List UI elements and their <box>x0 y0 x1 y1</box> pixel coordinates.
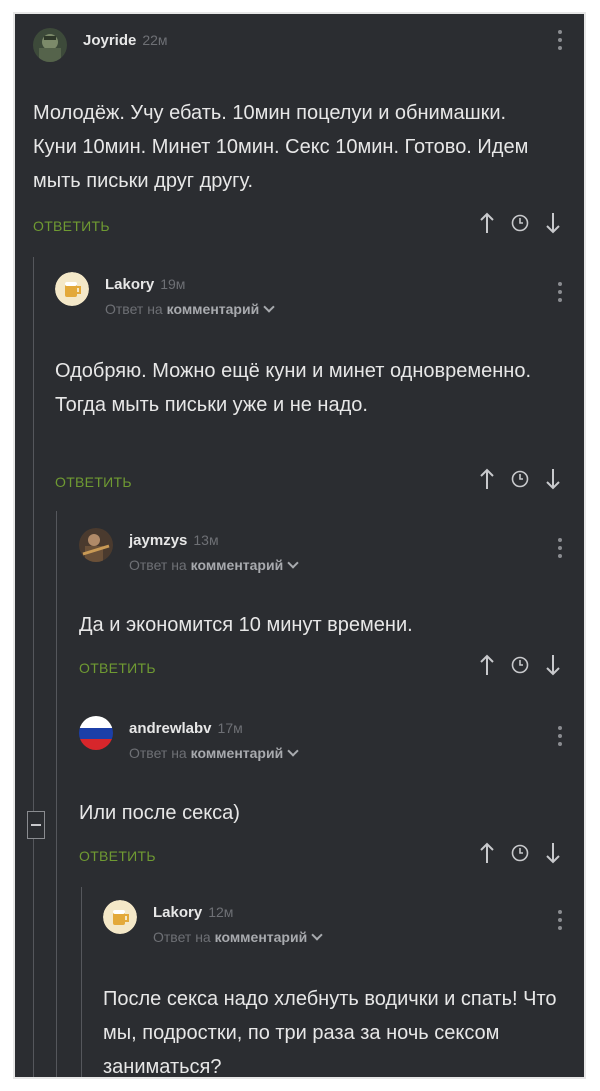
downvote-icon[interactable] <box>545 212 561 234</box>
reply-button[interactable]: ОТВЕТИТЬ <box>79 848 156 864</box>
comment-author[interactable]: Lakory 12м <box>153 904 233 921</box>
downvote-icon[interactable] <box>545 654 561 676</box>
chevron-down-icon <box>287 557 299 569</box>
more-options-icon[interactable] <box>557 910 563 934</box>
more-options-icon[interactable] <box>557 726 563 750</box>
comment-time: 13м <box>193 532 219 548</box>
collapse-thread-button[interactable] <box>27 811 45 839</box>
clock-icon[interactable] <box>511 844 529 862</box>
reply-to-link[interactable]: Ответ на комментарий <box>129 745 299 761</box>
clock-icon[interactable] <box>511 214 529 232</box>
comment: Lakory 12м Ответ на комментарий После сек… <box>103 900 575 1078</box>
clock-icon[interactable] <box>511 656 529 674</box>
chevron-down-icon <box>287 745 299 757</box>
comment: andrewlabv 17м Ответ на комментарий Или п… <box>79 716 575 866</box>
chevron-down-icon <box>263 301 275 313</box>
comment-text: Молодёж. Учу ебать. 10мин поцелуи и обни… <box>33 102 529 192</box>
guitarist-avatar[interactable] <box>79 528 113 562</box>
comment-author[interactable]: jaymzys 13м <box>129 532 219 549</box>
comment-author[interactable]: Lakory 19м <box>105 276 185 293</box>
comment-text: После секса надо хлебнуть водички и спат… <box>103 988 557 1078</box>
reply-to-link[interactable]: Ответ на комментарий <box>105 301 275 317</box>
comment-text: Или после секса) <box>79 802 240 824</box>
more-options-icon[interactable] <box>557 538 563 562</box>
chevron-down-icon <box>311 929 323 941</box>
comment: Joyride 22м Молодёж. Учу ебать. 10мин поц… <box>33 28 575 248</box>
comment-text: Да и экономится 10 минут времени. <box>79 614 413 636</box>
more-options-icon[interactable] <box>557 30 563 54</box>
comment-time: 19м <box>160 276 186 292</box>
soldier-avatar[interactable] <box>33 28 67 62</box>
reply-button[interactable]: ОТВЕТИТЬ <box>55 474 132 490</box>
comment-time: 12м <box>208 904 234 920</box>
downvote-icon[interactable] <box>545 468 561 490</box>
reply-button[interactable]: ОТВЕТИТЬ <box>79 660 156 676</box>
upvote-icon[interactable] <box>479 212 495 234</box>
upvote-icon[interactable] <box>479 468 495 490</box>
beer-avatar[interactable] <box>103 900 137 934</box>
comment: jaymzys 13м Ответ на комментарий Да и эко… <box>79 528 575 678</box>
thread-line[interactable] <box>33 257 34 1077</box>
reply-button[interactable]: ОТВЕТИТЬ <box>33 218 110 234</box>
comment-time: 22м <box>142 32 168 48</box>
reply-to-link[interactable]: Ответ на комментарий <box>129 557 299 573</box>
comment-text: Одобряю. Можно ещё куни и минет одноврем… <box>55 360 532 416</box>
reply-to-link[interactable]: Ответ на комментарий <box>153 929 323 945</box>
more-options-icon[interactable] <box>557 282 563 306</box>
comment-time: 17м <box>217 720 243 736</box>
russian-flag-avatar[interactable] <box>79 716 113 750</box>
upvote-icon[interactable] <box>479 654 495 676</box>
clock-icon[interactable] <box>511 470 529 488</box>
thread-line[interactable] <box>56 511 57 1077</box>
upvote-icon[interactable] <box>479 842 495 864</box>
comment: Lakory 19м Ответ на комментарий Одобряю. … <box>55 272 575 492</box>
comment-author[interactable]: Joyride 22м <box>83 32 168 49</box>
comment-author[interactable]: andrewlabv 17м <box>129 720 243 737</box>
beer-avatar[interactable] <box>55 272 89 306</box>
comments-panel: Joyride 22м Молодёж. Учу ебать. 10мин поц… <box>13 12 586 1079</box>
downvote-icon[interactable] <box>545 842 561 864</box>
thread-line[interactable] <box>81 887 82 1077</box>
